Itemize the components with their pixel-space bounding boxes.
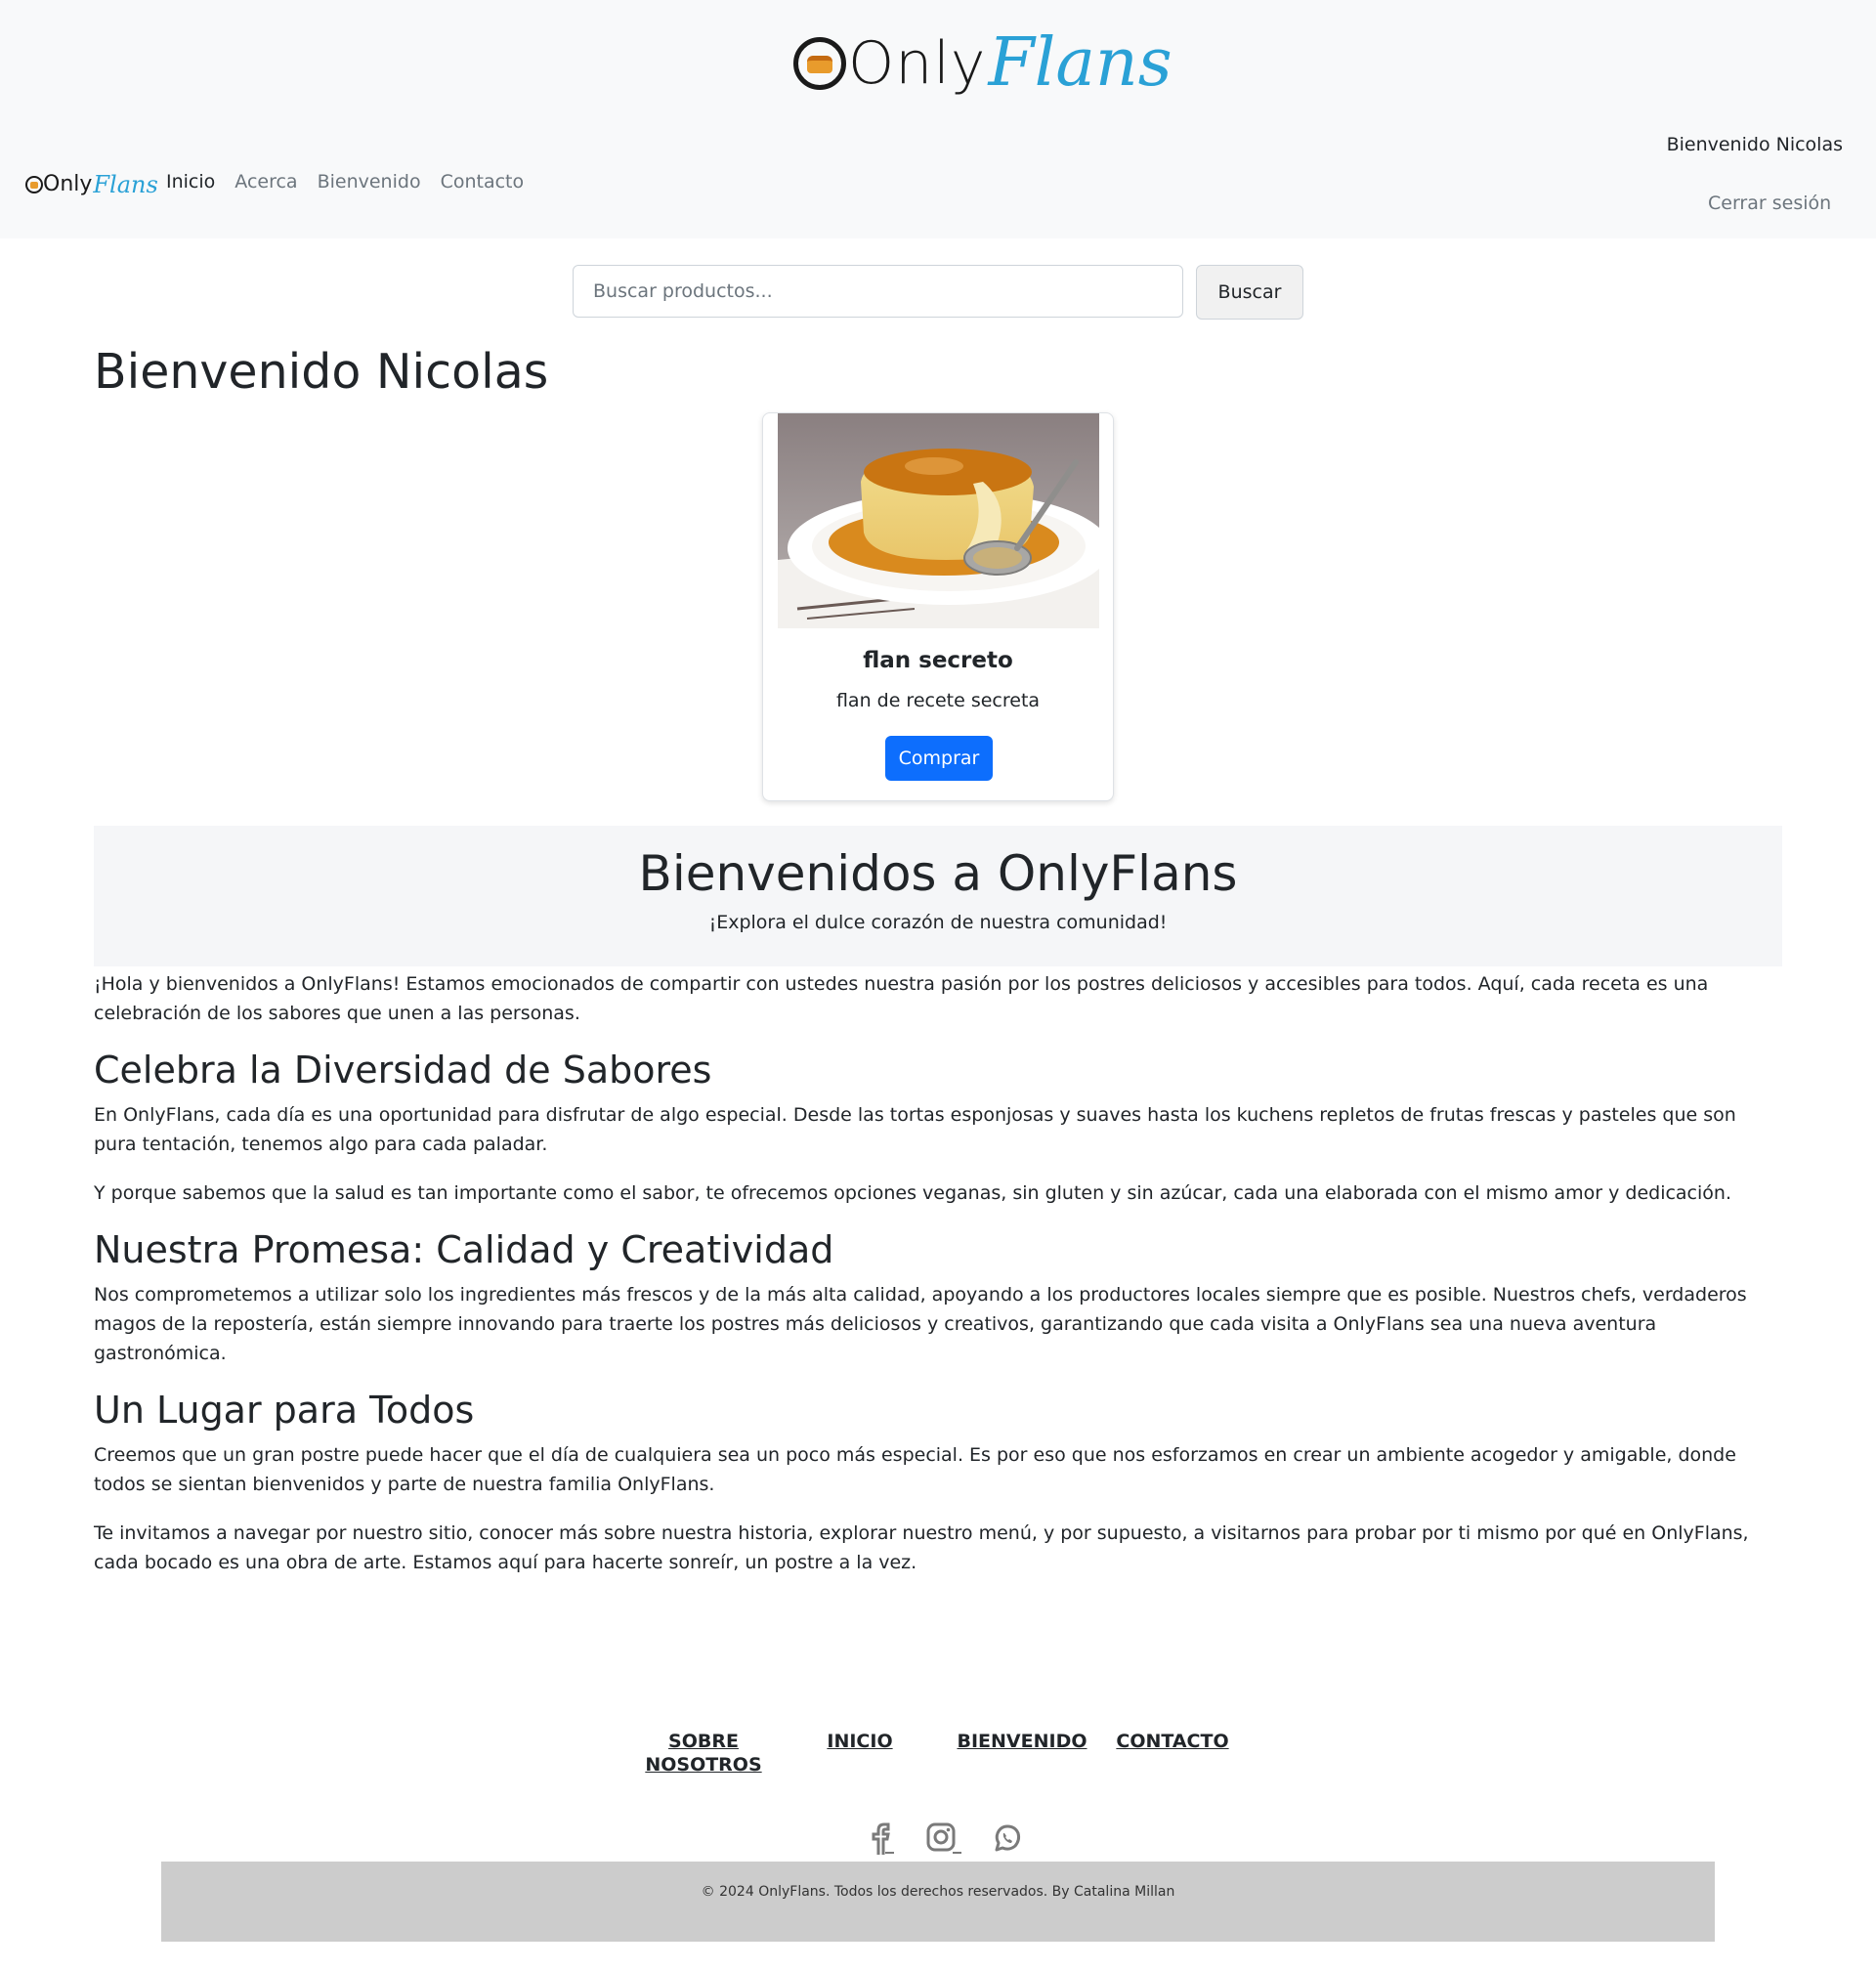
- hero-title: Bienvenidos a OnlyFlans: [638, 845, 1238, 902]
- brand-logo-small[interactable]: Only Flans: [25, 170, 158, 199]
- page-title: Bienvenido Nicolas: [94, 344, 549, 400]
- footer-link-inicio[interactable]: INICIO: [821, 1730, 899, 1753]
- section-paragraph: Y porque sabemos que la salud es tan imp…: [94, 1182, 1731, 1204]
- flan-logo-icon: [793, 37, 846, 90]
- section-title-diversity: Celebra la Diversidad de Sabores: [94, 1049, 712, 1092]
- section-paragraph: Te invitamos a navegar por nuestro sitio…: [94, 1522, 1749, 1573]
- nav-item-inicio[interactable]: Inicio: [166, 168, 215, 195]
- footer-link-contacto[interactable]: CONTACTO: [1114, 1730, 1231, 1753]
- brand-part1: Only: [848, 29, 987, 98]
- section-paragraph: Creemos que un gran postre puede hacer q…: [94, 1444, 1736, 1495]
- copyright-text: © 2024 OnlyFlans. Todos los derechos res…: [701, 1884, 1175, 1900]
- section-paragraph: En OnlyFlans, cada día es una oportunida…: [94, 1104, 1736, 1155]
- nav-item-acerca[interactable]: Acerca: [234, 168, 297, 195]
- about-content: ¡Hola y bienvenidos a OnlyFlans! Estamos…: [94, 969, 1784, 1597]
- flan-photo: [778, 413, 1099, 628]
- brand-small-part1: Only: [43, 172, 93, 196]
- copyright-bar: © 2024 OnlyFlans. Todos los derechos res…: [161, 1862, 1715, 1942]
- brand-small-part2: Flans: [93, 171, 158, 198]
- product-title: flan secreto: [863, 648, 1013, 673]
- product-card: flan secreto flan de recete secreta Comp…: [762, 412, 1114, 801]
- main-nav: Inicio Acerca Bienvenido Contacto: [166, 168, 524, 195]
- search-input[interactable]: [573, 265, 1183, 318]
- buy-button[interactable]: Comprar: [885, 736, 993, 781]
- nav-item-contacto[interactable]: Contacto: [441, 168, 525, 195]
- product-description: flan de recete secreta: [835, 690, 1041, 711]
- search-bar: Buscar: [573, 265, 1303, 320]
- brand-part2: Flans: [988, 24, 1172, 102]
- footer-link-sobre-nosotros[interactable]: SOBRE NOSOTROS: [645, 1730, 762, 1777]
- instagram-icon[interactable]: [925, 1821, 962, 1859]
- section-title-place: Un Lugar para Todos: [94, 1389, 475, 1432]
- user-greeting: Bienvenido Nicolas: [1666, 134, 1843, 155]
- footer-link-bienvenido[interactable]: BIENVENIDO: [956, 1730, 1088, 1753]
- section-paragraph: Nos comprometemos a utilizar solo los in…: [94, 1284, 1747, 1364]
- navbar: Only Flans Only Flans Inicio Acerca Bien…: [0, 0, 1876, 238]
- nav-item-bienvenido[interactable]: Bienvenido: [318, 168, 421, 195]
- social-links: [865, 1821, 1023, 1859]
- hero-banner: Bienvenidos a OnlyFlans ¡Explora el dulc…: [94, 826, 1782, 966]
- whatsapp-icon[interactable]: [992, 1822, 1023, 1858]
- intro-paragraph: ¡Hola y bienvenidos a OnlyFlans! Estamos…: [94, 973, 1709, 1024]
- brand-logo-large: Only Flans: [793, 23, 1172, 104]
- flan-logo-small-icon: [25, 176, 43, 193]
- hero-subtitle: ¡Explora el dulce corazón de nuestra com…: [708, 912, 1168, 933]
- logout-link[interactable]: Cerrar sesión: [1708, 193, 1831, 214]
- search-button[interactable]: Buscar: [1196, 265, 1303, 320]
- section-title-promise: Nuestra Promesa: Calidad y Creatividad: [94, 1228, 834, 1271]
- facebook-icon[interactable]: [865, 1821, 896, 1859]
